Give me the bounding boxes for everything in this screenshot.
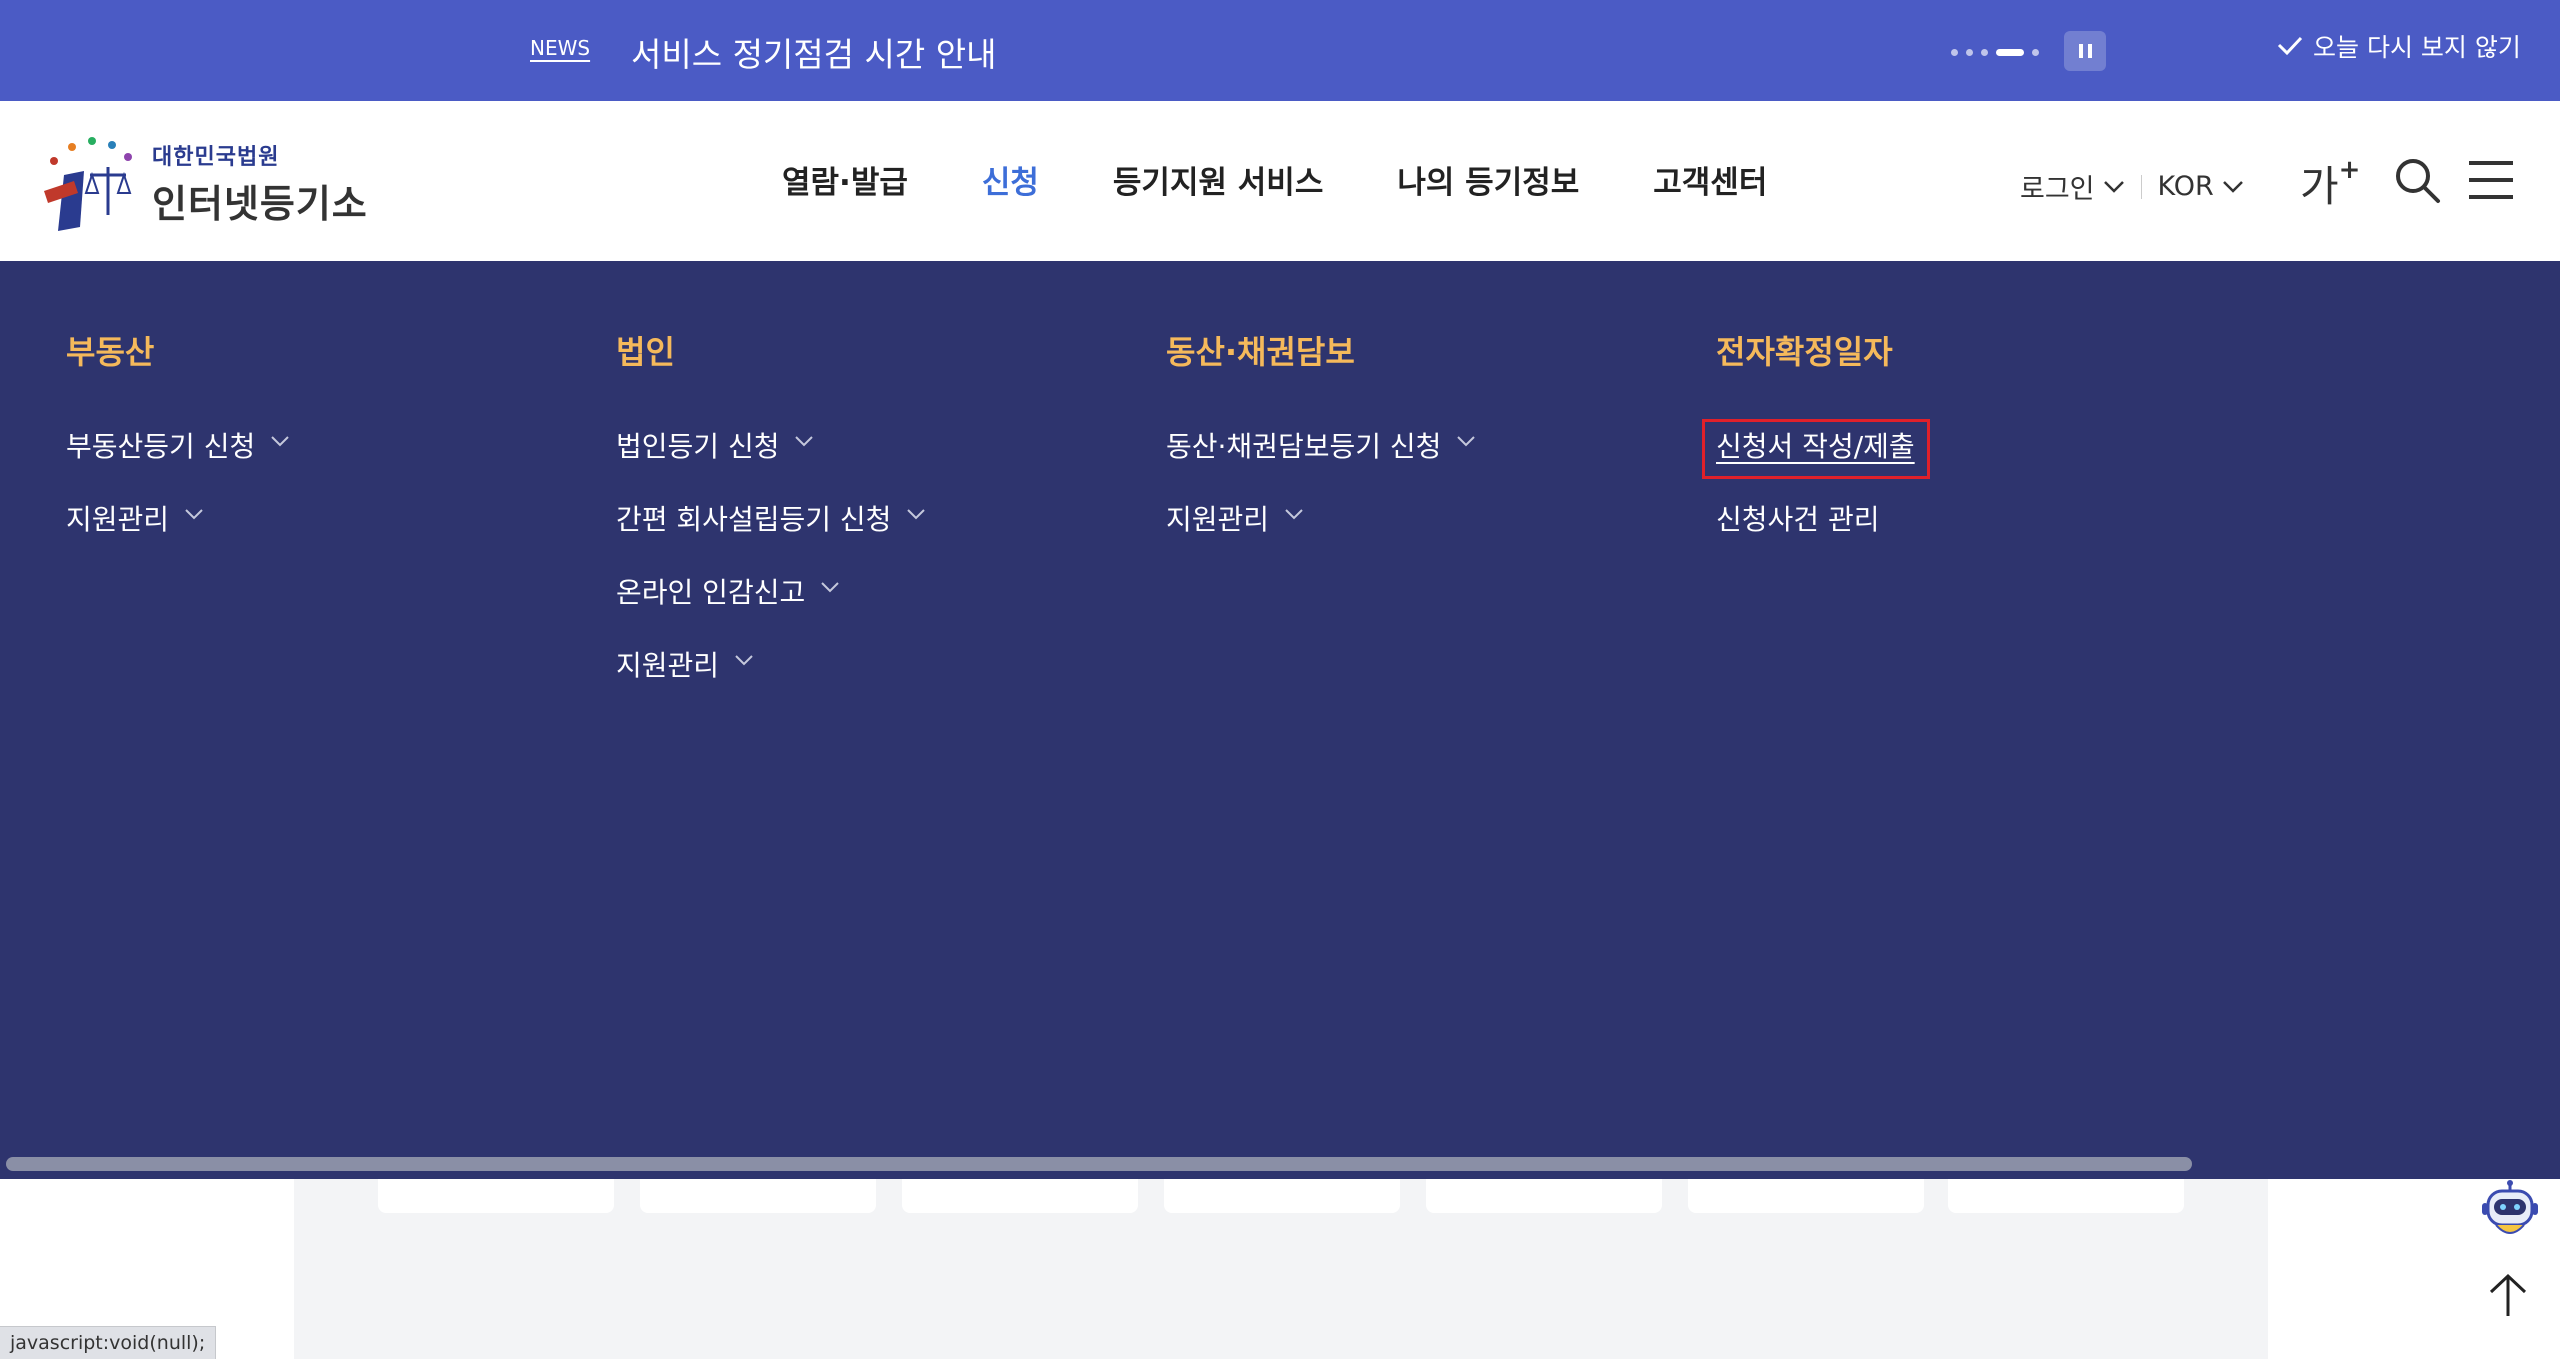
menu-item-label: 동산·채권담보등기 신청	[1166, 430, 1442, 463]
menu-item-corporation-apply[interactable]: 법인등기 신청	[616, 425, 925, 498]
slider-dot-active[interactable]	[1996, 48, 2024, 56]
logo-subtitle: 대한민국법원	[152, 144, 280, 170]
language-dropdown[interactable]: KOR	[2158, 171, 2244, 202]
hamburger-menu-icon[interactable]	[2467, 159, 2515, 201]
menu-item-write-submit-application[interactable]: 신청서 작성/제출	[1716, 425, 1915, 498]
court-emblem-icon	[44, 137, 132, 231]
close-today-button[interactable]: 오늘 다시 보지 않기	[2277, 28, 2521, 64]
chevron-down-icon	[2222, 180, 2243, 193]
notice-bar: NEWS 서비스 정기점검 시간 안내 오늘 다시 보지 않기	[0, 0, 2560, 101]
slider-dot[interactable]	[1966, 48, 1973, 56]
chevron-down-icon	[821, 582, 839, 593]
chevron-down-icon	[1285, 509, 1303, 520]
horizontal-scrollbar[interactable]	[6, 1157, 2192, 1171]
nav-support-service[interactable]: 등기지원 서비스	[1113, 157, 1323, 202]
font-size-plus: +	[2338, 155, 2361, 185]
menu-item-label: 신청사건 관리	[1716, 503, 1880, 536]
menu-item-corporation-support[interactable]: 지원관리	[616, 644, 925, 717]
quick-menu-card[interactable]	[378, 1179, 614, 1213]
login-dropdown[interactable]: 로그인	[2020, 167, 2125, 206]
menu-column-corporation: 법인 법인등기 신청 간편 회사설립등기 신청 온라인 인감신고 지원관리	[616, 327, 926, 717]
quick-menu-card[interactable]	[1426, 1179, 1662, 1213]
nav-customer-center[interactable]: 고객센터	[1653, 157, 1767, 202]
chevron-down-icon	[1457, 436, 1476, 447]
chevron-down-icon	[907, 509, 926, 520]
category-title-real-estate: 부동산	[66, 333, 155, 371]
category-title-e-fixed-date: 전자확정일자	[1716, 333, 1893, 371]
menu-item-movable-property-support[interactable]: 지원관리	[1166, 498, 1475, 571]
page-content-area	[294, 1179, 2268, 1359]
close-today-label: 오늘 다시 보지 않기	[2313, 33, 2521, 62]
main-nav: 열람·발급 신청 등기지원 서비스 나의 등기정보 고객센터	[782, 157, 1841, 202]
pause-icon	[2078, 44, 2083, 58]
menu-item-movable-property-apply[interactable]: 동산·채권담보등기 신청	[1166, 425, 1476, 498]
chevron-down-icon	[271, 436, 289, 447]
menu-item-label: 신청서 작성/제출	[1716, 430, 1915, 463]
check-icon	[2277, 36, 2303, 56]
quick-menu-card[interactable]	[902, 1179, 1138, 1213]
menu-item-label: 부동산등기 신청	[66, 430, 256, 463]
notice-slider-dots	[1951, 48, 2039, 56]
menu-item-label: 온라인 인감신고	[616, 576, 806, 609]
status-bar-url: javascript:void(null);	[0, 1326, 217, 1359]
menu-item-simple-company-setup[interactable]: 간편 회사설립등기 신청	[616, 498, 926, 571]
category-title-movable-property: 동산·채권담보	[1166, 333, 1355, 371]
nav-my-registry-info[interactable]: 나의 등기정보	[1397, 157, 1579, 202]
chevron-down-icon	[795, 436, 814, 447]
slider-dot[interactable]	[1951, 48, 1958, 56]
quick-menu-card[interactable]	[1948, 1179, 2184, 1213]
logo-title: 인터넷등기소	[152, 181, 368, 226]
pause-icon	[2087, 44, 2092, 58]
menu-column-e-fixed-date: 전자확정일자 신청서 작성/제출 신청사건 관리	[1716, 327, 1915, 571]
font-size-label: 가	[2300, 162, 2339, 211]
search-icon[interactable]	[2392, 155, 2442, 205]
slider-dot[interactable]	[1981, 48, 1988, 56]
menu-item-label: 지원관리	[616, 649, 720, 682]
utility-menu: 로그인 KOR	[2020, 167, 2244, 206]
chevron-down-icon	[2103, 180, 2124, 193]
menu-item-real-estate-apply[interactable]: 부동산등기 신청	[66, 425, 289, 498]
menu-item-label: 지원관리	[1166, 503, 1270, 536]
mega-menu: 부동산 부동산등기 신청 지원관리 법인 법인등기 신청 간편 회사설립등기 신…	[0, 261, 2560, 1179]
chevron-down-icon	[185, 509, 203, 520]
menu-item-label: 간편 회사설립등기 신청	[616, 503, 892, 536]
font-size-button[interactable]: 가+	[2300, 153, 2360, 214]
news-tag[interactable]: NEWS	[530, 36, 590, 60]
menu-item-label: 법인등기 신청	[616, 430, 780, 463]
category-title-corporation: 법인	[616, 333, 675, 371]
login-label: 로그인	[2020, 174, 2095, 205]
menu-column-real-estate: 부동산 부동산등기 신청 지원관리	[66, 327, 289, 571]
notice-text[interactable]: 서비스 정기점검 시간 안내	[631, 28, 996, 76]
chevron-down-icon	[735, 655, 753, 666]
menu-item-real-estate-support[interactable]: 지원관리	[66, 498, 289, 571]
slider-dot[interactable]	[2032, 48, 2039, 56]
chatbot-robot-icon[interactable]	[2478, 1179, 2542, 1243]
arrow-up-icon[interactable]	[2483, 1270, 2533, 1320]
menu-item-online-seal-report[interactable]: 온라인 인감신고	[616, 571, 925, 644]
menu-item-manage-applications[interactable]: 신청사건 관리	[1716, 498, 1915, 571]
notice-pause-button[interactable]	[2064, 31, 2106, 71]
site-logo[interactable]: 대한민국법원 인터넷등기소	[34, 131, 368, 235]
quick-menu-card[interactable]	[1688, 1179, 1924, 1213]
menu-item-label: 지원관리	[66, 503, 170, 536]
site-header: 대한민국법원 인터넷등기소 열람·발급 신청 등기지원 서비스 나의 등기정보 …	[0, 101, 2560, 261]
nav-view-issue[interactable]: 열람·발급	[782, 157, 908, 202]
language-label: KOR	[2157, 171, 2214, 202]
quick-menu-card[interactable]	[640, 1179, 876, 1213]
util-divider	[2140, 174, 2142, 199]
menu-column-movable-property: 동산·채권담보 동산·채권담보등기 신청 지원관리	[1166, 327, 1476, 571]
quick-menu-card[interactable]	[1164, 1179, 1400, 1213]
nav-apply[interactable]: 신청	[982, 157, 1039, 202]
